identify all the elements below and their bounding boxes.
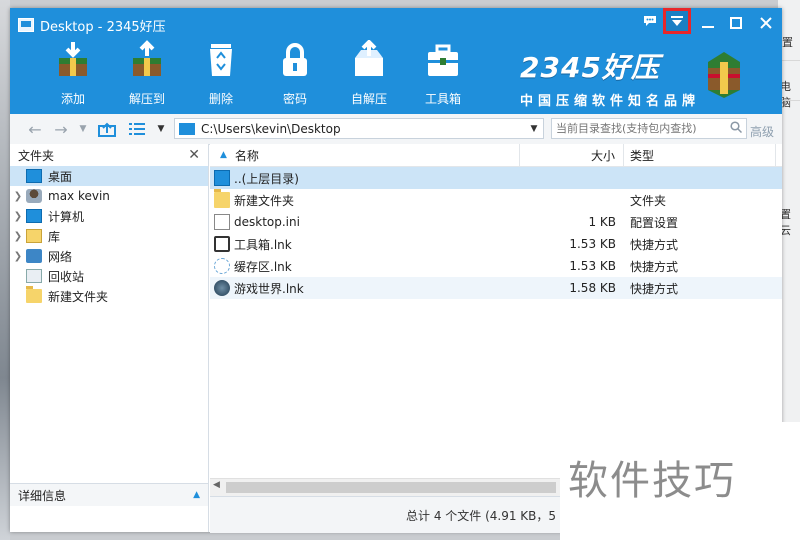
brand-slogan: 中国压缩软件知名品牌 [520,94,701,109]
search-box [551,118,747,139]
close-icon[interactable] [752,10,780,36]
dropdown-menu-icon[interactable] [663,8,691,34]
address-dropdown-icon[interactable]: ▼ [525,124,543,134]
expand-arrow-icon[interactable]: ❯ [10,251,26,262]
folder-tree: 桌面 ❯ max kevin ❯ 计算机 ❯ 库 ❯ 网络 回收站 新建文件夹 [10,166,208,306]
table-row[interactable]: 缓存区.lnk 1.53 KB 快捷方式 [210,255,782,277]
toolbox-shortcut-icon [214,236,230,252]
details-label: 详细信息 [18,488,67,503]
table-row[interactable]: 游戏世界.lnk 1.58 KB 快捷方式 [210,277,782,299]
delete-button[interactable]: 删除 [184,38,258,107]
up-folder-icon[interactable] [96,118,118,140]
tree-item-library[interactable]: ❯ 库 [10,226,208,246]
folder-icon [26,286,42,303]
search-input[interactable] [552,121,726,136]
computer-icon [26,209,42,223]
title-bar: Desktop - 2345好压 添加 解压到 删除 密码 自解压 工具箱 23… [10,8,782,114]
window-title-text: Desktop - 2345好压 [40,19,166,35]
scroll-left-icon[interactable]: ◀ [213,480,220,490]
add-archive-icon [51,38,95,82]
network-icon [26,249,42,263]
table-row[interactable]: 工具箱.lnk 1.53 KB 快捷方式 [210,233,782,255]
brand: 2345好压 中国压缩软件知名品牌 [520,46,700,109]
self-extract-button[interactable]: 自解压 [332,38,406,107]
extract-to-icon [125,38,169,82]
app-icon [18,18,34,32]
close-panel-icon[interactable]: ✕ [188,147,200,163]
expand-arrow-icon[interactable]: ❯ [10,211,26,222]
details-header[interactable]: 详细信息 ▲ [10,484,208,506]
advanced-search-link[interactable]: 高级 [750,123,774,140]
ini-file-icon [214,214,230,230]
game-shortcut-icon [214,280,230,296]
column-type[interactable]: 类型 [624,144,776,166]
maximize-icon[interactable] [722,10,750,36]
tree-item-computer[interactable]: ❯ 计算机 [10,206,208,226]
expand-arrow-icon[interactable]: ❯ [10,191,26,202]
desktop-icon [179,122,195,135]
toolbox-button[interactable]: 工具箱 [406,38,480,107]
lock-icon [273,38,317,82]
recycle-icon [199,38,243,82]
scrollbar-thumb[interactable] [226,482,556,493]
column-size[interactable]: 大小 [520,144,624,166]
details-panel: 详细信息 ▲ [10,483,208,532]
tree-item-network[interactable]: ❯ 网络 [10,246,208,266]
cache-shortcut-icon [214,258,230,274]
extract-to-button[interactable]: 解压到 [110,38,184,107]
tree-item-recycle-bin[interactable]: 回收站 [10,266,208,286]
archive-logo-icon [700,48,748,98]
background-text: 电脑 [780,80,791,109]
minimize-icon[interactable] [694,10,722,36]
parent-dir-icon [214,170,230,186]
table-row[interactable]: ..(上层目录) [210,167,782,189]
column-name[interactable]: ▲ 名称 [210,144,520,166]
view-dropdown-icon[interactable]: ▼ [150,118,172,140]
file-list-header: ▲ 名称 大小 类型 [210,144,782,167]
background-text: 置云 [780,208,791,237]
address-path: C:\Users\kevin\Desktop [201,121,341,136]
tree-item-desktop[interactable]: 桌面 [10,166,208,186]
table-row[interactable]: 新建文件夹 文件夹 [210,189,782,211]
brand-name: 2345好压 [520,51,660,84]
folder-icon [214,189,230,208]
desktop-background [0,0,10,540]
back-arrow-icon[interactable]: ← [24,118,46,140]
status-text: 总计 4 个文件 (4.91 KB，5 [406,509,557,523]
library-icon [26,229,42,243]
tree-item-user[interactable]: ❯ max kevin [10,186,208,206]
background-text: 置 [782,36,793,49]
tree-item-new-folder[interactable]: 新建文件夹 [10,286,208,306]
history-dropdown-icon[interactable]: ▼ [72,118,94,140]
folder-panel-header: 文件夹 ✕ [10,144,208,166]
view-list-icon[interactable] [126,118,148,140]
folder-panel-title: 文件夹 [18,148,55,163]
recycle-bin-icon [26,269,42,283]
search-icon[interactable] [726,121,746,136]
chat-icon[interactable] [636,8,664,34]
address-row: ← → ▼ ▼ C:\Users\kevin\Desktop ▼ 高级 [10,114,782,145]
expand-arrow-icon[interactable]: ❯ [10,231,26,242]
watermark-text: 软件技巧 [568,458,736,504]
chevron-up-icon[interactable]: ▲ [193,490,200,500]
folder-panel: 文件夹 ✕ 桌面 ❯ max kevin ❯ 计算机 ❯ 库 ❯ 网络 回收站 … [10,144,209,532]
window-title: Desktop - 2345好压 [18,15,166,35]
address-bar[interactable]: C:\Users\kevin\Desktop ▼ [174,118,544,139]
add-button[interactable]: 添加 [36,38,110,107]
desktop-icon [26,169,42,183]
toolbar: 添加 解压到 删除 密码 自解压 工具箱 [36,38,480,107]
watermark: 软件技巧 [560,422,800,540]
sort-up-icon: ▲ [220,150,227,160]
forward-arrow-icon[interactable]: → [50,118,72,140]
toolbox-icon [421,38,465,82]
self-extract-icon [347,38,391,82]
table-row[interactable]: desktop.ini 1 KB 配置设置 [210,211,782,233]
user-icon [26,189,42,203]
password-button[interactable]: 密码 [258,38,332,107]
